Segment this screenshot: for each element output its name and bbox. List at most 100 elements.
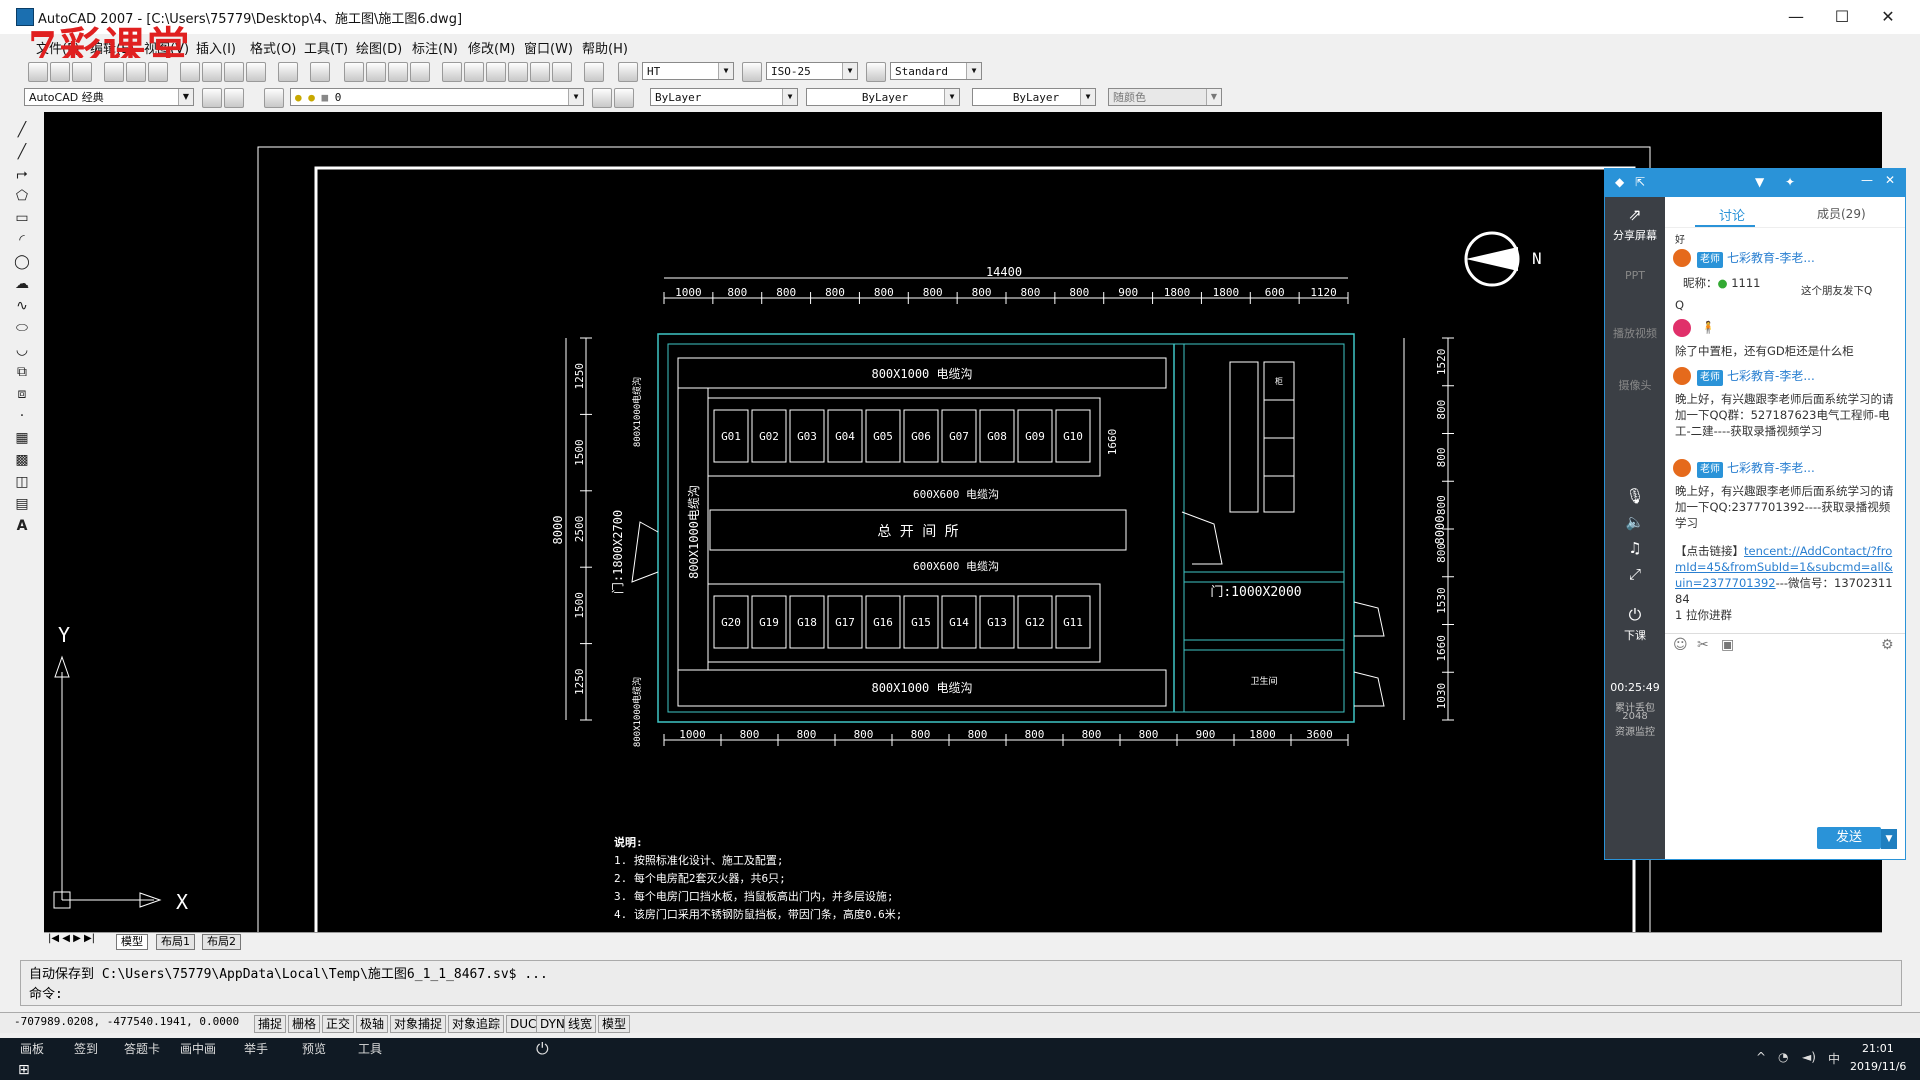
tab-members[interactable]: 成员(29): [1817, 205, 1866, 222]
arc-icon[interactable]: ◜: [12, 232, 32, 248]
otrack-toggle[interactable]: 对象追踪: [448, 1015, 505, 1033]
classroom-tools[interactable]: 工具: [358, 1038, 382, 1060]
minimize-button[interactable]: —: [1776, 4, 1816, 30]
send-options-chevron-icon[interactable]: ▼: [1881, 829, 1897, 849]
match-properties-icon[interactable]: [246, 62, 266, 82]
markup-icon[interactable]: [530, 62, 550, 82]
construction-line-icon[interactable]: ╱: [12, 144, 32, 160]
point-icon[interactable]: ·: [12, 408, 32, 424]
text-style-select[interactable]: HT ▼: [642, 62, 734, 80]
tab-layout2[interactable]: 布局2: [202, 934, 241, 950]
classroom-preview[interactable]: 预览: [302, 1038, 326, 1060]
volume-icon[interactable]: ◄): [1802, 1050, 1816, 1064]
windows-start-icon[interactable]: ⊞: [18, 1062, 30, 1078]
scissors-icon[interactable]: ✂: [1697, 637, 1709, 653]
play-video-label[interactable]: 播放视频: [1605, 325, 1665, 341]
save-workspace-icon[interactable]: [224, 88, 244, 108]
make-current-layer-icon[interactable]: [592, 88, 612, 108]
new-icon[interactable]: [28, 62, 48, 82]
lineweight-select[interactable]: ByLayer ▼: [972, 88, 1096, 106]
pin-icon[interactable]: ◆: [1615, 175, 1624, 189]
copy-icon[interactable]: [202, 62, 222, 82]
grid-toggle[interactable]: 栅格: [288, 1015, 321, 1033]
polar-toggle[interactable]: 极轴: [356, 1015, 389, 1033]
classroom-signin[interactable]: 签到: [74, 1038, 98, 1060]
paste-icon[interactable]: [224, 62, 244, 82]
menu-tools[interactable]: 工具(T): [304, 38, 348, 57]
emoji-picker-icon[interactable]: ☺: [1673, 637, 1688, 653]
microphone-icon[interactable]: 🎙: [1605, 487, 1665, 505]
classroom-answer-card[interactable]: 答题卡: [124, 1038, 160, 1060]
classroom-pip[interactable]: 画中画: [180, 1038, 216, 1060]
pan-icon[interactable]: [344, 62, 364, 82]
publish-icon[interactable]: [148, 62, 168, 82]
menu-draw[interactable]: 绘图(D): [356, 38, 402, 57]
share-icon[interactable]: ⇱: [1635, 175, 1645, 189]
music-icon[interactable]: ♫: [1605, 539, 1665, 557]
classroom-raise-hand[interactable]: 举手: [244, 1038, 268, 1060]
layer-manager-icon[interactable]: [264, 88, 284, 108]
layer-previous-icon[interactable]: [614, 88, 634, 108]
multiline-text-icon[interactable]: A: [12, 518, 32, 534]
dropdown-icon[interactable]: ▼: [1755, 175, 1764, 189]
dim-style-select[interactable]: ISO-25 ▼: [766, 62, 858, 80]
print-icon[interactable]: [104, 62, 124, 82]
menu-insert[interactable]: 插入(I): [196, 38, 236, 57]
help-icon[interactable]: [584, 62, 604, 82]
undo-icon[interactable]: [278, 62, 298, 82]
osnap-toggle[interactable]: 对象捕捉: [390, 1015, 447, 1033]
insert-block-icon[interactable]: ⧉: [12, 364, 32, 380]
share-screen-icon[interactable]: ⇗: [1605, 205, 1665, 224]
properties-icon[interactable]: [442, 62, 462, 82]
redo-icon[interactable]: [310, 62, 330, 82]
command-prompt[interactable]: 命令:: [29, 983, 63, 1002]
tab-model[interactable]: 模型: [116, 934, 148, 950]
share-screen-label[interactable]: 分享屏幕: [1605, 227, 1665, 243]
preview-icon[interactable]: [126, 62, 146, 82]
maximize-button[interactable]: ☐: [1822, 4, 1862, 30]
revision-cloud-icon[interactable]: ☁: [12, 276, 32, 292]
menu-format[interactable]: 格式(O): [250, 38, 296, 57]
end-class-icon[interactable]: ⏻: [1605, 605, 1665, 625]
menu-modify[interactable]: 修改(M): [468, 38, 515, 57]
speaker-icon[interactable]: 🔈: [1605, 513, 1665, 531]
power-icon[interactable]: ⏻: [536, 1038, 549, 1060]
menu-window[interactable]: 窗口(W): [524, 38, 573, 57]
pin-window-icon[interactable]: ✦: [1785, 175, 1795, 189]
save-icon[interactable]: [72, 62, 92, 82]
command-line[interactable]: 自动保存到 C:\Users\75779\AppData\Local\Temp\…: [20, 960, 1902, 1006]
zoom-window-icon[interactable]: [388, 62, 408, 82]
region-icon[interactable]: ◫: [12, 474, 32, 490]
polyline-icon[interactable]: ⮣: [12, 166, 32, 182]
table-icon[interactable]: ▤: [12, 496, 32, 512]
minimize-icon[interactable]: —: [1861, 173, 1873, 187]
design-center-icon[interactable]: [464, 62, 484, 82]
chat-input[interactable]: [1667, 659, 1897, 819]
lineweight-toggle[interactable]: 线宽: [564, 1015, 597, 1033]
rectangle-icon[interactable]: ▭: [12, 210, 32, 226]
tray-chevron-icon[interactable]: ^: [1756, 1050, 1766, 1064]
linetype-select[interactable]: ByLayer ▼: [806, 88, 960, 106]
camera-label[interactable]: 摄像头: [1605, 377, 1665, 393]
spline-icon[interactable]: ∿: [12, 298, 32, 314]
cut-icon[interactable]: [180, 62, 200, 82]
fullscreen-icon[interactable]: ⤢: [1605, 565, 1665, 583]
tab-nav-arrows-icon[interactable]: |◀ ◀ ▶ ▶|: [48, 933, 95, 944]
circle-icon[interactable]: ◯: [12, 254, 32, 270]
close-icon[interactable]: ✕: [1885, 173, 1895, 187]
settings-gear-icon[interactable]: ⚙: [1881, 637, 1894, 653]
workspace-settings-icon[interactable]: [202, 88, 222, 108]
plot-style-select[interactable]: 随颜色 ▼: [1108, 88, 1222, 106]
tool-palettes-icon[interactable]: [486, 62, 506, 82]
tab-layout1[interactable]: 布局1: [156, 934, 195, 950]
menu-dimension[interactable]: 标注(N): [412, 38, 458, 57]
model-toggle[interactable]: 模型: [598, 1015, 631, 1033]
layer-select[interactable]: ● ● ■ 0 ▼: [290, 88, 584, 106]
line-icon[interactable]: ╱: [12, 122, 32, 138]
color-select[interactable]: ByLayer ▼: [650, 88, 798, 106]
ortho-toggle[interactable]: 正交: [322, 1015, 355, 1033]
menu-help[interactable]: 帮助(H): [582, 38, 628, 57]
gradient-icon[interactable]: ▩: [12, 452, 32, 468]
sheet-set-icon[interactable]: [508, 62, 528, 82]
zoom-realtime-icon[interactable]: [366, 62, 386, 82]
